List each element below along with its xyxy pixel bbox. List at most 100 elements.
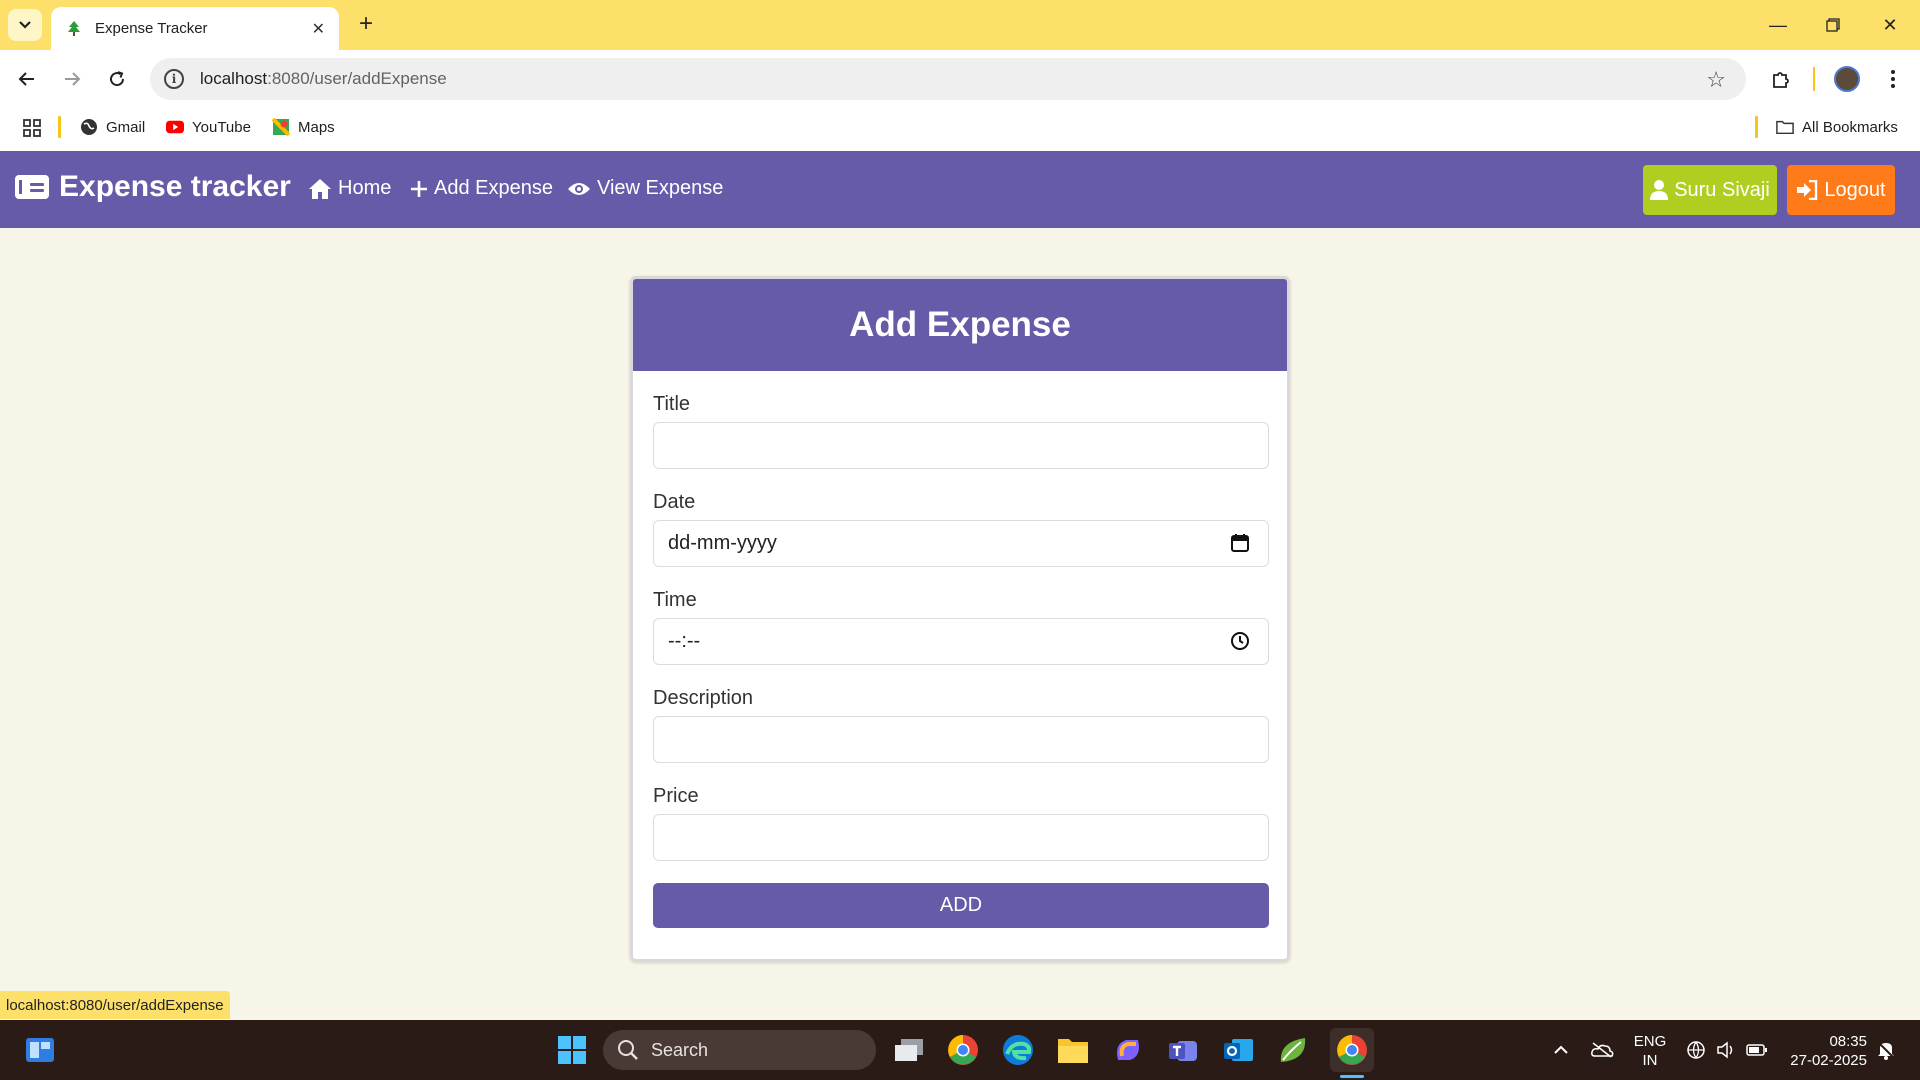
outlook-icon[interactable] (1220, 1032, 1256, 1068)
price-input[interactable] (653, 814, 1269, 861)
field-price: Price (653, 785, 1269, 861)
user-button-label: Suru Sivaji (1674, 178, 1770, 201)
bookmark-label: Maps (298, 118, 335, 136)
bookmark-gmail[interactable]: Gmail (80, 118, 145, 136)
file-explorer-icon[interactable] (1055, 1032, 1091, 1068)
time-input[interactable]: --:-- (653, 618, 1269, 665)
apps-grid-icon (23, 119, 41, 137)
field-description: Description (653, 687, 1269, 763)
back-button[interactable] (10, 62, 44, 96)
show-hidden-icons[interactable] (1553, 1020, 1569, 1080)
forward-button[interactable] (55, 62, 89, 96)
reload-icon (110, 71, 125, 87)
money-card-icon (15, 175, 49, 199)
spring-tools-icon[interactable] (1275, 1032, 1311, 1068)
clock-date: 27-02-2025 (1790, 1052, 1867, 1069)
user-button[interactable]: Suru Sivaji (1643, 165, 1777, 215)
address-bar[interactable]: i localhost:8080/user/addExpense ☆ (150, 58, 1746, 100)
time-placeholder: --:-- (668, 630, 701, 652)
minimize-button[interactable]: — (1758, 10, 1798, 40)
add-button[interactable]: ADD (653, 883, 1269, 928)
tab-search-button[interactable] (8, 9, 42, 41)
description-input[interactable] (653, 716, 1269, 763)
windows-start-icon[interactable] (554, 1032, 590, 1068)
search-icon (618, 1040, 638, 1060)
browser-tab-strip: Expense Tracker ✕ + — ✕ (0, 0, 1920, 50)
battery-icon[interactable] (1746, 1020, 1768, 1080)
teams-icon[interactable] (1165, 1032, 1201, 1068)
bookmark-youtube[interactable]: YouTube (166, 118, 251, 136)
youtube-icon (166, 118, 184, 136)
field-label: Time (653, 589, 697, 611)
windows-taskbar: Search ENG IN 08:35 27-02-2025 (0, 1020, 1920, 1080)
all-bookmarks[interactable]: All Bookmarks (1776, 118, 1898, 136)
notifications-icon[interactable] (1876, 1020, 1896, 1080)
arrow-right-icon (65, 72, 81, 86)
volume-icon[interactable] (1716, 1020, 1736, 1080)
close-icon[interactable]: ✕ (312, 19, 325, 39)
nav-label: View Expense (597, 177, 724, 199)
extensions-button[interactable] (1764, 62, 1798, 96)
chevron-down-icon (19, 21, 31, 29)
tree-favicon-icon (68, 20, 80, 36)
chrome-icon[interactable] (945, 1032, 981, 1068)
maps-icon (272, 118, 290, 136)
lang-bottom: IN (1642, 1052, 1658, 1069)
edge-icon[interactable] (1000, 1032, 1036, 1068)
title-input[interactable] (653, 422, 1269, 469)
toolbar-divider (1813, 67, 1815, 91)
network-icon[interactable] (1686, 1020, 1706, 1080)
restore-button[interactable] (1813, 10, 1853, 40)
chevron-up-icon (1554, 1045, 1568, 1054)
taskbar-search[interactable]: Search (603, 1030, 876, 1070)
chrome-active-icon[interactable] (1330, 1028, 1374, 1072)
tab-title: Expense Tracker (95, 20, 208, 37)
new-tab-button[interactable]: + (352, 10, 380, 38)
expense-form: Title Date dd-mm-yyyy Time --:-- Descrip… (633, 371, 1287, 928)
field-label: Description (653, 687, 754, 709)
bookmark-divider (58, 116, 61, 138)
puzzle-icon (1773, 72, 1789, 88)
system-clock[interactable]: 08:35 27-02-2025 (1787, 1032, 1867, 1070)
profile-avatar[interactable] (1830, 62, 1864, 96)
bookmark-maps[interactable]: Maps (272, 118, 335, 136)
site-info-icon[interactable]: i (164, 69, 184, 89)
date-input[interactable]: dd-mm-yyyy (653, 520, 1269, 567)
brand[interactable]: Expense tracker (15, 170, 291, 204)
user-icon (1650, 180, 1669, 200)
nav-view-expense[interactable]: View Expense (567, 177, 723, 200)
field-label: Title (653, 393, 691, 415)
bookmarks-bar: Gmail YouTube Maps All Bookmarks (0, 108, 1920, 151)
browser-toolbar: i localhost:8080/user/addExpense ☆ (0, 50, 1920, 108)
nav-add-expense[interactable]: Add Expense (410, 177, 553, 200)
home-icon (308, 178, 332, 200)
plus-icon (410, 180, 428, 198)
active-app-indicator (1340, 1075, 1364, 1078)
widgets-icon[interactable] (22, 1032, 58, 1068)
browser-tab[interactable]: Expense Tracker ✕ (51, 7, 339, 50)
calendar-icon[interactable] (1230, 533, 1250, 559)
input-language[interactable]: ENG IN (1630, 1032, 1670, 1070)
reload-button[interactable] (100, 62, 134, 96)
menu-button[interactable] (1876, 62, 1910, 96)
field-label: Date (653, 491, 696, 513)
logout-button[interactable]: Logout (1787, 165, 1895, 215)
lang-top: ENG (1633, 1033, 1667, 1050)
link-status-bubble: localhost:8080/user/addExpense (0, 991, 230, 1019)
apps-button[interactable] (22, 118, 42, 138)
app-navbar: Expense tracker Home Add Expense View Ex… (0, 151, 1920, 228)
bookmark-star-icon[interactable]: ☆ (1706, 67, 1726, 93)
field-time: Time --:-- (653, 589, 1269, 665)
clock-time: 08:35 (1829, 1033, 1867, 1050)
onedrive-icon[interactable] (1590, 1020, 1614, 1080)
task-view-icon[interactable] (891, 1032, 927, 1068)
bookmark-divider (1755, 116, 1758, 138)
nav-label: Home (338, 177, 392, 199)
copilot-icon[interactable] (1110, 1032, 1146, 1068)
field-date: Date dd-mm-yyyy (653, 491, 1269, 567)
field-title: Title (653, 393, 1269, 469)
close-window-button[interactable]: ✕ (1870, 10, 1910, 40)
nav-home[interactable]: Home (308, 177, 391, 200)
clock-icon[interactable] (1230, 631, 1250, 657)
avatar-icon (1834, 66, 1860, 92)
